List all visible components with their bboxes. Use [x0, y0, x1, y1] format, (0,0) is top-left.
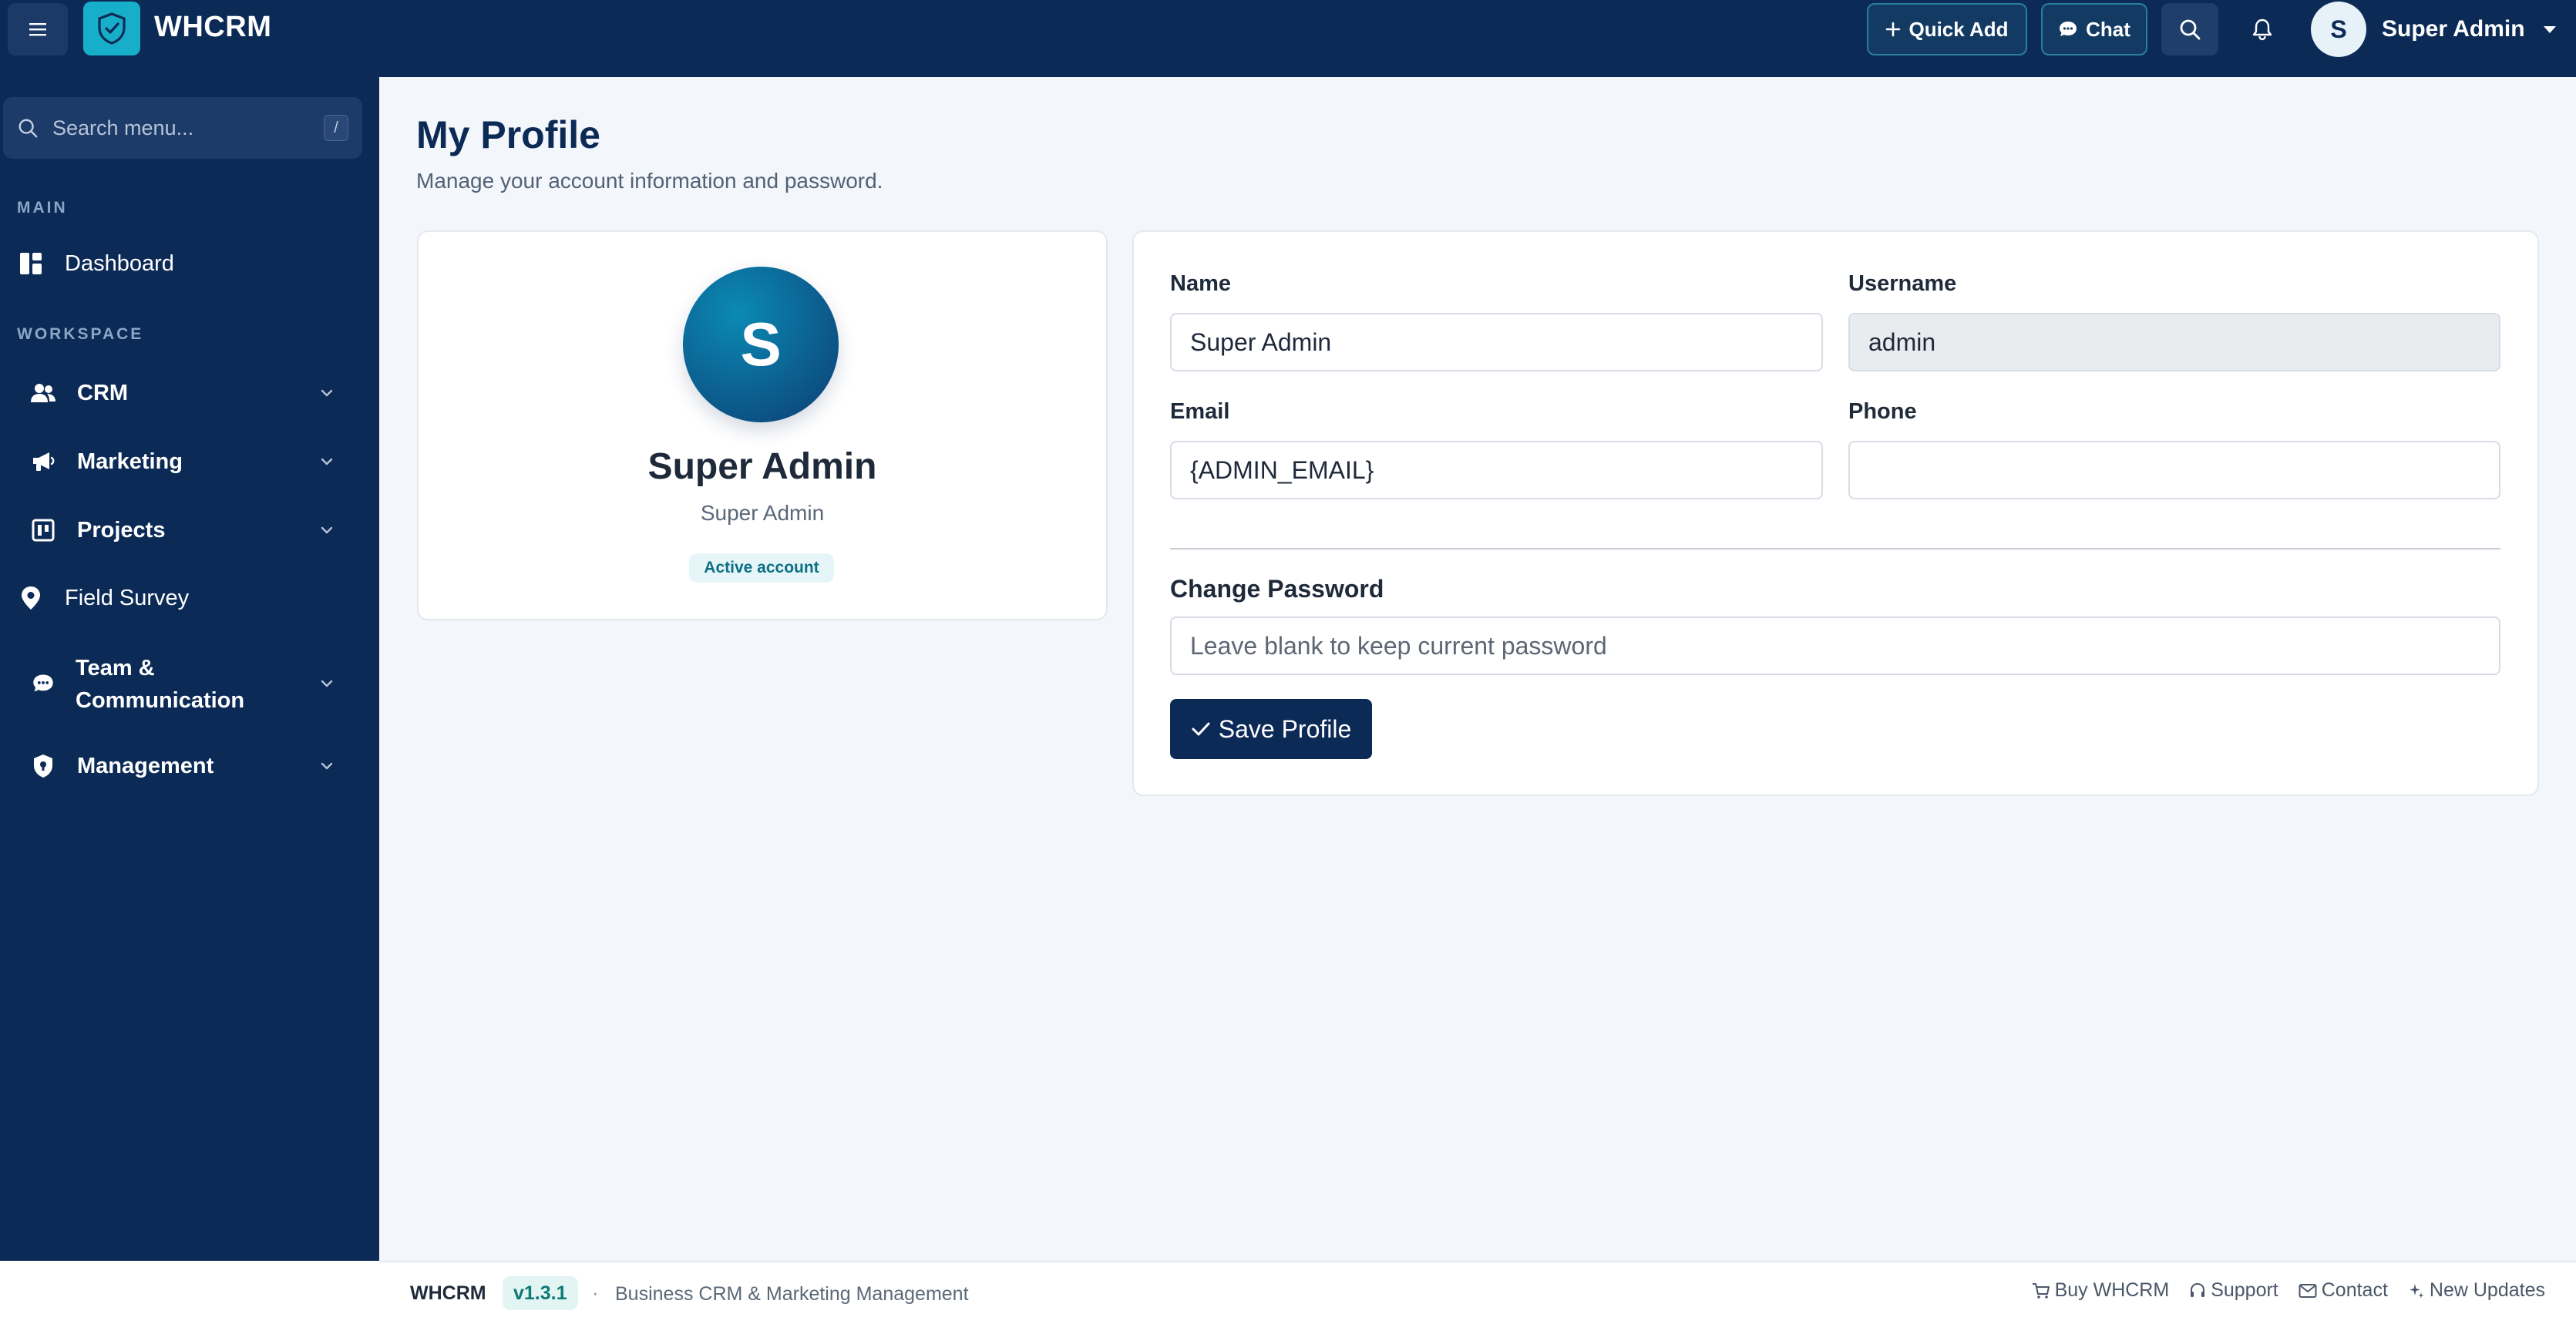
- top-bar: WHCRM Quick Add Chat S Super Admin: [0, 0, 2576, 77]
- page-subtitle: Manage your account information and pass…: [416, 169, 883, 193]
- status-badge: Active account: [689, 553, 834, 583]
- footer: WHCRM v1.3.1 · Business CRM & Marketing …: [379, 1261, 2576, 1324]
- sidebar-item-label: Dashboard: [65, 250, 174, 276]
- name-label: Name: [1170, 271, 1231, 296]
- chevron-down-icon: [321, 389, 333, 397]
- user-name: Super Admin: [2382, 16, 2525, 42]
- sidebar-item-label: Projects: [77, 517, 166, 543]
- save-profile-label: Save Profile: [1218, 714, 1352, 743]
- footer-separator: ·: [592, 1281, 599, 1304]
- sidebar-item-team-communication[interactable]: Team & Communication: [0, 649, 379, 718]
- sidebar-item-field-survey[interactable]: Field Survey: [0, 581, 379, 615]
- brand-logo[interactable]: [83, 2, 140, 55]
- sidebar: Search menu... / MAIN Dashboard WORKSPAC…: [0, 77, 379, 1261]
- chevron-down-icon: [321, 762, 333, 770]
- user-menu[interactable]: S Super Admin: [2311, 0, 2556, 59]
- footer-link-label: New Updates: [2429, 1279, 2545, 1301]
- notifications-button[interactable]: [2234, 3, 2291, 55]
- change-password-heading: Change Password: [1170, 575, 1384, 603]
- sidebar-item-label: Marketing: [77, 449, 183, 474]
- shield-lock-icon: [29, 752, 57, 780]
- sidebar-item-label: Field Survey: [65, 585, 190, 610]
- footer-link-support[interactable]: Support: [2189, 1279, 2278, 1302]
- kanban-board-icon: [29, 516, 57, 544]
- footer-link-updates[interactable]: New Updates: [2408, 1279, 2545, 1302]
- sidebar-search-placeholder[interactable]: Search menu...: [52, 116, 324, 140]
- sidebar-item-label-line1: Team &: [76, 656, 155, 680]
- save-profile-button[interactable]: Save Profile: [1170, 699, 1372, 759]
- chevron-down-icon: [321, 526, 333, 534]
- search-icon: [2180, 19, 2201, 40]
- cart-icon: [2032, 1282, 2050, 1299]
- search-icon: [18, 119, 38, 138]
- password-field[interactable]: [1170, 617, 2500, 675]
- hamburger-icon: [29, 23, 46, 36]
- chat-bubble-icon: [2060, 22, 2077, 36]
- username-label: Username: [1848, 271, 1957, 296]
- form-divider: [1170, 548, 2500, 549]
- chat-label: Chat: [2086, 17, 2130, 41]
- dashboard-icon: [17, 250, 45, 277]
- page-title: My Profile: [416, 113, 600, 156]
- brand-name[interactable]: WHCRM: [154, 11, 271, 44]
- footer-link-label: Support: [2211, 1279, 2278, 1301]
- sidebar-item-label: Team & Communication: [76, 652, 244, 717]
- email-label: Email: [1170, 399, 1230, 424]
- quick-add-button[interactable]: Quick Add: [1867, 3, 2027, 55]
- footer-links: Buy WHCRM Support Contact New Updates: [2032, 1279, 2545, 1302]
- section-title-workspace: WORKSPACE: [17, 325, 144, 343]
- sidebar-item-projects[interactable]: Projects: [0, 513, 379, 547]
- global-search-button[interactable]: [2161, 3, 2218, 55]
- sidebar-item-management[interactable]: Management: [0, 749, 379, 783]
- sidebar-item-crm[interactable]: CRM: [0, 376, 379, 410]
- bell-icon: [2252, 18, 2272, 41]
- profile-avatar: S: [683, 267, 839, 422]
- sparkle-icon: [2409, 1283, 2424, 1298]
- footer-link-contact[interactable]: Contact: [2299, 1279, 2388, 1302]
- email-field[interactable]: [1170, 441, 1823, 499]
- section-title-main: MAIN: [17, 199, 68, 217]
- plus-icon: [1886, 22, 1901, 37]
- caret-down-icon: [2543, 25, 2556, 33]
- footer-left-strip: [0, 1261, 379, 1324]
- version-badge: v1.3.1: [503, 1276, 578, 1310]
- chat-bubble-icon: [29, 670, 57, 697]
- profile-role: Super Admin: [700, 501, 825, 525]
- profile-name: Super Admin: [647, 446, 877, 487]
- megaphone-icon: [29, 448, 57, 475]
- avatar: S: [2311, 2, 2366, 57]
- sidebar-item-marketing[interactable]: Marketing: [0, 445, 379, 479]
- check-icon: [1192, 722, 1210, 736]
- sidebar-item-label-line2: Communication: [76, 688, 245, 713]
- hamburger-menu-button[interactable]: [8, 3, 68, 55]
- search-shortcut-key: /: [324, 115, 348, 141]
- phone-label: Phone: [1848, 399, 1917, 424]
- sidebar-search[interactable]: Search menu... /: [3, 97, 362, 159]
- footer-link-label: Contact: [2321, 1279, 2388, 1301]
- envelope-icon: [2299, 1283, 2317, 1298]
- headset-icon: [2191, 1282, 2205, 1297]
- sidebar-item-label: Management: [77, 753, 214, 778]
- chat-button[interactable]: Chat: [2041, 3, 2147, 55]
- users-icon: [29, 379, 57, 407]
- sidebar-item-dashboard[interactable]: Dashboard: [0, 247, 379, 281]
- name-field[interactable]: [1170, 313, 1823, 371]
- footer-description: Business CRM & Marketing Management: [615, 1283, 969, 1305]
- chevron-down-icon: [321, 680, 333, 687]
- footer-link-buy[interactable]: Buy WHCRM: [2032, 1279, 2170, 1302]
- footer-link-label: Buy WHCRM: [2054, 1279, 2170, 1301]
- quick-add-label: Quick Add: [1908, 17, 2009, 41]
- chevron-down-icon: [321, 458, 333, 465]
- username-field: [1848, 313, 2500, 371]
- footer-brand: WHCRM: [410, 1282, 486, 1304]
- sidebar-item-label: CRM: [77, 380, 129, 405]
- shield-check-icon: [98, 12, 126, 45]
- map-pin-icon: [17, 584, 45, 612]
- phone-field[interactable]: [1848, 441, 2500, 499]
